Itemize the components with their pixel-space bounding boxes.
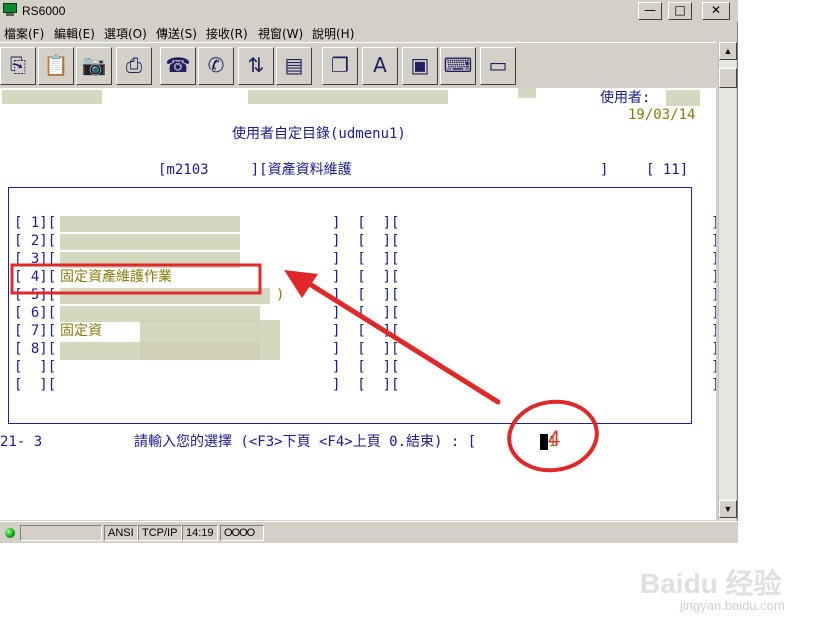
window-icon[interactable]: ▭ [480,47,516,85]
menu-row-1-num: [ 1][ [14,215,57,231]
page-number: [ 11] [646,162,689,178]
redacted-header-left [2,90,102,104]
terminal-screen[interactable]: 使用者: 19/03/14 使用者自定目錄(udmenu1) [m2103 ][… [0,88,716,520]
redacted-row-8 [60,342,260,360]
menu-options[interactable]: 選項(O) [104,25,147,42]
menu-edit[interactable]: 編輯(E) [54,25,95,42]
keyboard-icon[interactable]: ⌨ [440,47,476,85]
redacted-row-2 [60,234,240,250]
transfer-icon[interactable]: ⇅ [238,47,274,85]
program-code: [m2103 ][資產資料維護 [158,162,352,178]
menu-receive[interactable]: 接收(R) [206,25,248,42]
menu-row-9-num: [ ][ [14,359,57,375]
menu-row-8-num: [ 8][ [14,341,57,357]
window-title: RS6000 [22,4,66,18]
menu-row-4-fields: ] [ ][ ] [332,269,716,285]
spellcheck-icon[interactable]: A [362,47,398,85]
vertical-scrollbar[interactable]: ▲ ▼ [718,42,737,520]
scroll-up-icon[interactable]: ▲ [719,42,737,60]
stack-icon[interactable]: ❐ [322,47,358,85]
scroll-down-icon[interactable]: ▼ [719,500,737,518]
watermark-url: jingyan.baidu.com [680,598,785,613]
menu-row-6-fields: ] [ ][ ] [332,305,716,321]
title-bar[interactable]: RS6000 — □ ✕ [0,0,738,22]
camera-icon[interactable]: 📷 [76,47,112,85]
watermark-brand: Baidu 经验 [640,568,782,599]
menu-row-2-num: [ 2][ [14,233,57,249]
menu-row-3-num: [ 3][ [14,251,57,267]
menu-file[interactable]: 檔案(F) [4,25,44,42]
menu-row-6-num: [ 6][ [14,305,57,321]
system-date: 19/03/14 [628,107,696,123]
terminal-window: RS6000 — □ ✕ 檔案(F) 編輯(E) 選項(O) 傳送(S) 接收(… [0,0,738,543]
menu-row-7-num: [ 7][ [14,323,57,339]
status-time: 14:19 [182,525,218,541]
redacted-row-3 [60,252,240,268]
menu-send[interactable]: 傳送(S) [156,25,197,42]
menu-row-9-fields: ] [ ][ ] [332,359,716,375]
printer-icon[interactable]: ⎙ [116,47,152,85]
text-cursor [540,434,548,450]
menu-row-1-fields: ] [ ][ ] [332,215,716,231]
menu-row-3-fields: ] [ ][ ] [332,251,716,267]
program-close: ] [600,162,609,178]
menu-row-8-fields: ] [ ][ ] [332,341,716,357]
menu-row-10-fields: ] [ ][ ] [332,377,716,393]
phone-icon[interactable]: ☎ [160,47,196,85]
connection-status-icon [5,528,15,538]
menu-bar: 檔案(F) 編輯(E) 選項(O) 傳送(S) 接收(R) 視窗(W) 說明(H… [0,22,738,42]
hangup-icon[interactable]: ✆ [198,47,234,85]
menu-row-10-num: [ ][ [14,377,57,393]
paste-icon[interactable]: 📋 [38,47,74,85]
menu-row-7-fields: ] [ ][ ] [332,323,716,339]
redacted-company-name [248,90,448,104]
redacted-row-5 [60,288,270,304]
minimize-button[interactable]: — [638,2,662,20]
redacted-user-name [666,90,700,106]
redacted-mark [518,88,536,98]
copy-icon[interactable]: ⎘ [0,47,36,85]
menu-row-7-label[interactable]: 固定資 [60,323,102,339]
page-title: 使用者自定目錄(udmenu1) [232,126,406,142]
monitor-icon [2,3,18,17]
redacted-row-1 [60,216,240,232]
toolbar: ⎘ 📋 📷 ⎙ ☎ ✆ ⇅ ▤ ❐ A ▣ ⌨ ▭ [0,42,716,88]
typed-annotation: 4 [548,426,561,451]
status-protocol: TCP/IP [138,525,182,541]
user-label: 使用者: [600,90,651,106]
scroll-thumb[interactable] [719,68,737,88]
layout-icon[interactable]: ▤ [276,47,312,85]
line-number: 21- 3 [0,434,43,450]
maximize-button[interactable]: □ [668,2,692,20]
menu-window[interactable]: 視窗(W) [258,25,303,42]
menu-row-5-tail: ) [276,287,285,303]
menu-row-2-fields: ] [ ][ ] [332,233,716,249]
status-message [20,525,102,541]
menu-row-5-fields: ] [ ][ ] [332,287,716,303]
baidu-watermark: Baidu 经验 jingyan.baidu.com [640,560,820,620]
menu-row-4-label[interactable]: 固定資產維護作業 [60,269,172,285]
menu-help[interactable]: 說明(H) [312,25,354,42]
status-encoding: ANSI [104,525,138,541]
terminal-icon[interactable]: ▣ [402,47,438,85]
menu-row-5-num: [ 5][ [14,287,57,303]
status-bar: ANSI TCP/IP 14:19 OOOO [0,521,738,543]
close-button[interactable]: ✕ [702,2,730,20]
status-indicators: OOOO [220,525,264,541]
selection-prompt: 請輸入您的選擇 (<F3>下頁 <F4>上頁 0.結束) : [ [134,434,477,450]
menu-row-4-num: [ 4][ [14,269,57,285]
